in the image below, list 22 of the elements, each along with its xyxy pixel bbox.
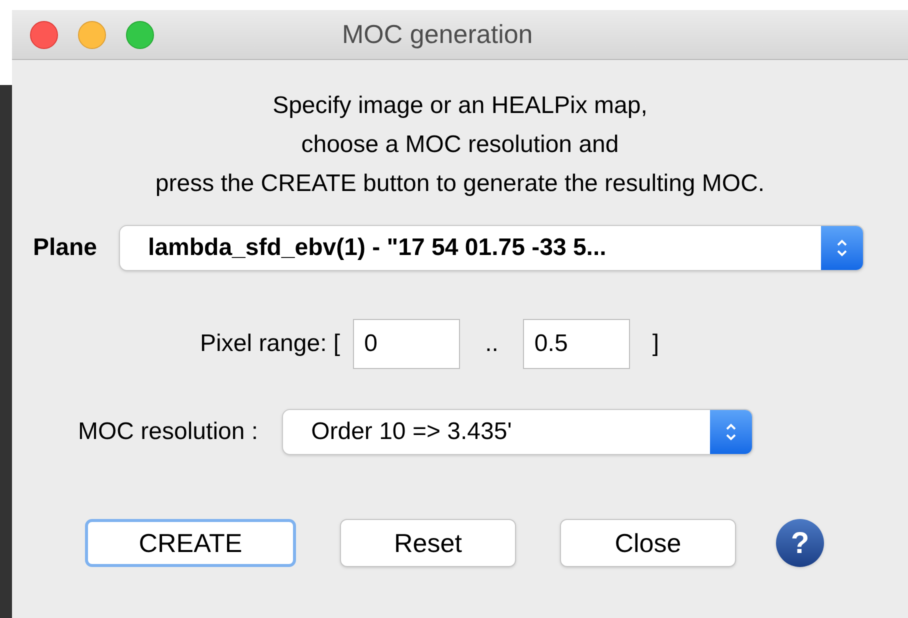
instruction-text: choose a MOC resolution and	[301, 130, 619, 160]
minimize-window-button[interactable]	[78, 20, 106, 48]
pixel-max-field[interactable]: 0.5	[523, 319, 630, 369]
stepper-icon	[710, 410, 752, 454]
dialog-button[interactable]: Close	[560, 519, 736, 567]
dialog-button[interactable]: CREATE	[85, 519, 296, 567]
resolution-label: MOC resolution :	[78, 417, 258, 447]
plane-dropdown[interactable]: lambda_sfd_ebv(1) - "17 54 01.75 -33 5...	[119, 225, 864, 271]
instruction-text: Specify image or an HEALPix map,	[272, 91, 648, 121]
close-window-button[interactable]	[30, 20, 58, 48]
instruction-text: press the CREATE button to generate the resulting MOC.	[155, 169, 765, 199]
range-separator: ..	[485, 329, 498, 359]
range-bracket: ]	[652, 329, 660, 359]
help-button[interactable]: ?	[776, 519, 824, 567]
pixel-range-label: Pixel range: [	[200, 329, 340, 359]
stepper-icon	[821, 226, 864, 270]
pixel-min-field[interactable]: 0	[353, 319, 460, 369]
dialog-button[interactable]: Reset	[340, 519, 516, 567]
zoom-window-button[interactable]	[126, 20, 154, 48]
plane-label: Plane	[33, 233, 98, 263]
resolution-dropdown[interactable]: Order 10 => 3.435'	[282, 409, 754, 455]
window-title: MOC generation	[342, 18, 533, 51]
